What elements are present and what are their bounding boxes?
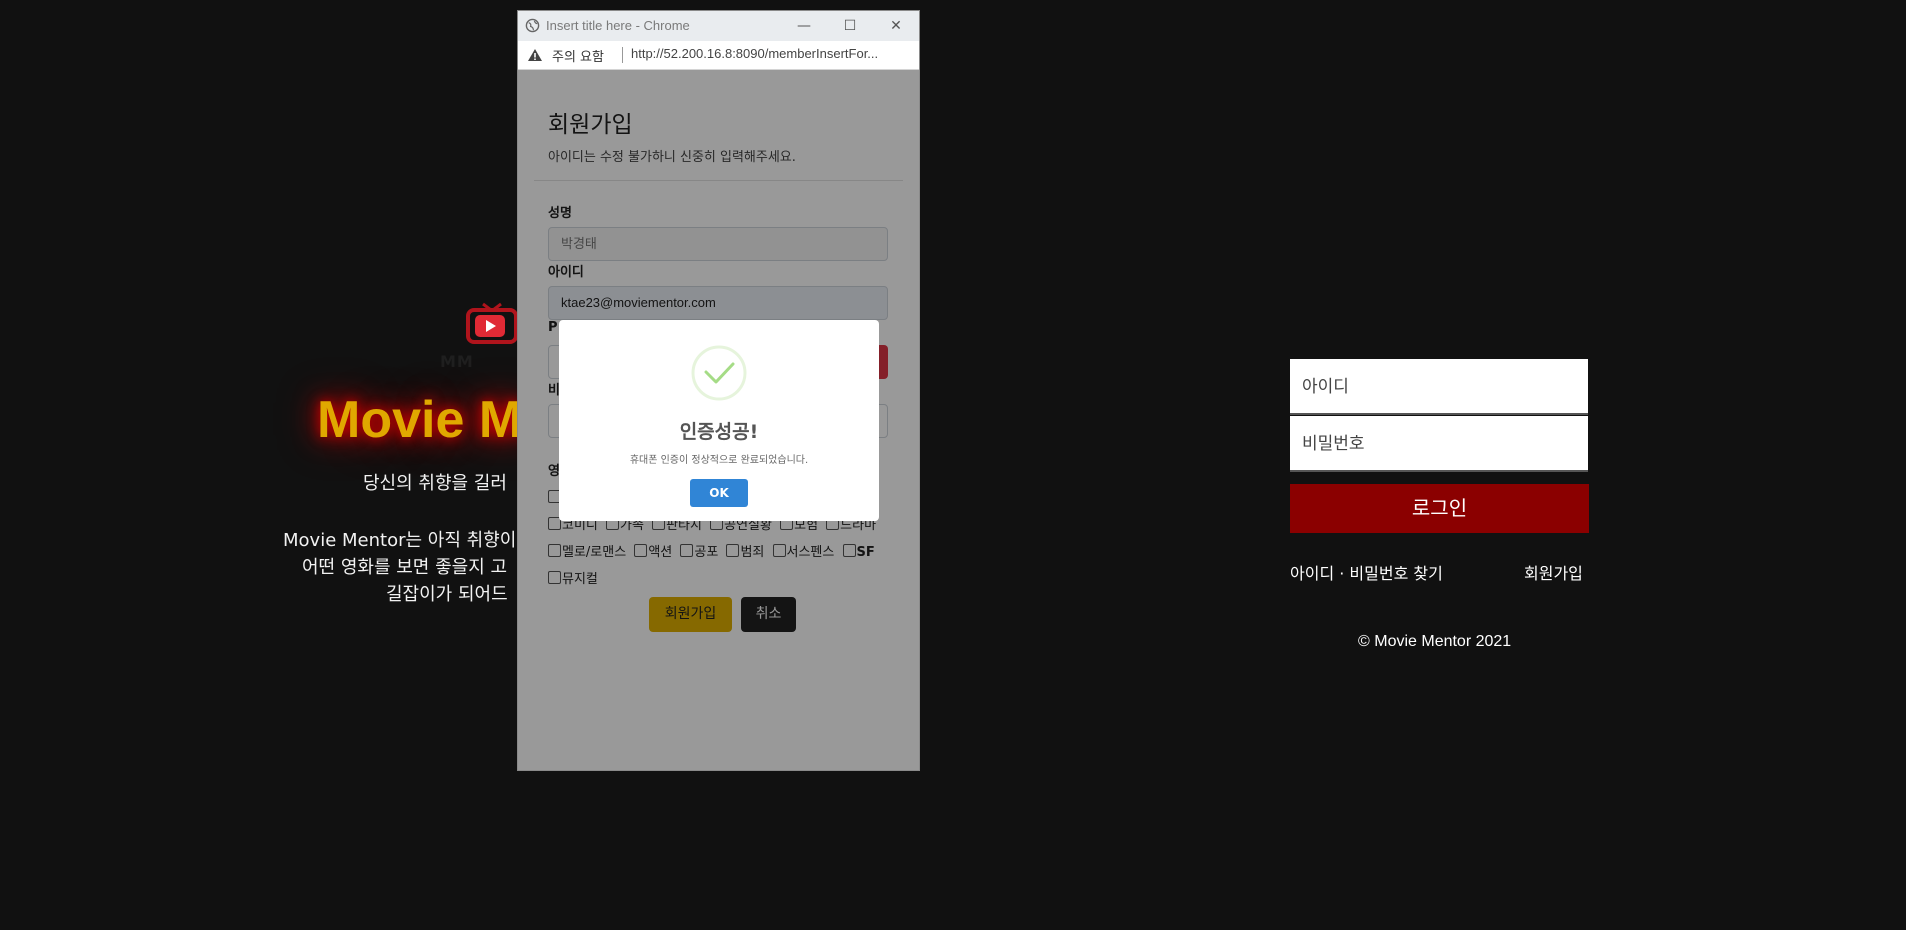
minimize-icon[interactable]: — [781, 13, 827, 39]
globe-icon [525, 18, 540, 33]
success-check-icon [691, 345, 747, 401]
signup-link[interactable]: 회원가입 [1524, 560, 1583, 584]
ok-button[interactable]: OK [690, 479, 748, 507]
popup-window: Insert title here - Chrome — ☐ ✕ 주의 요함 h… [518, 11, 919, 770]
tagline: 당신의 취향을 길러 [363, 473, 507, 494]
logo-mark: MM [440, 352, 474, 371]
login-button[interactable]: 로그인 [1290, 484, 1589, 533]
description-line: 어떤 영화를 보면 좋을지 고 [302, 557, 508, 578]
find-account-link[interactable]: 아이디 · 비밀번호 찾기 [1290, 560, 1443, 584]
description-line: Movie Mentor는 아직 취향이 [283, 530, 517, 551]
address-separator [622, 47, 623, 63]
login-password-input[interactable]: 비밀번호 [1290, 416, 1588, 472]
window-titlebar[interactable]: Insert title here - Chrome — ☐ ✕ [518, 11, 919, 41]
window-title: Insert title here - Chrome [546, 18, 690, 33]
brand-title: Movie M [317, 391, 523, 449]
success-alert-dialog: 인증성공! 휴대폰 인증이 정상적으로 완료되었습니다. OK [559, 320, 879, 521]
login-id-input[interactable]: 아이디 [1290, 359, 1588, 415]
copyright-text: © Movie Mentor 2021 [1358, 633, 1512, 650]
close-icon[interactable]: ✕ [873, 13, 919, 39]
url-text[interactable]: http://52.200.16.8:8090/memberInsertFor.… [631, 46, 878, 61]
warning-icon [528, 49, 542, 61]
tv-play-icon [466, 302, 518, 344]
description-line: 길잡이가 되어드 [386, 584, 508, 605]
address-bar[interactable]: 주의 요함 http://52.200.16.8:8090/memberInse… [518, 41, 919, 70]
alert-message: 휴대폰 인증이 정상적으로 완료되었습니다. [629, 455, 809, 466]
maximize-icon[interactable]: ☐ [827, 13, 873, 39]
security-warning[interactable]: 주의 요함 [552, 46, 604, 65]
alert-title: 인증성공! [679, 421, 759, 443]
